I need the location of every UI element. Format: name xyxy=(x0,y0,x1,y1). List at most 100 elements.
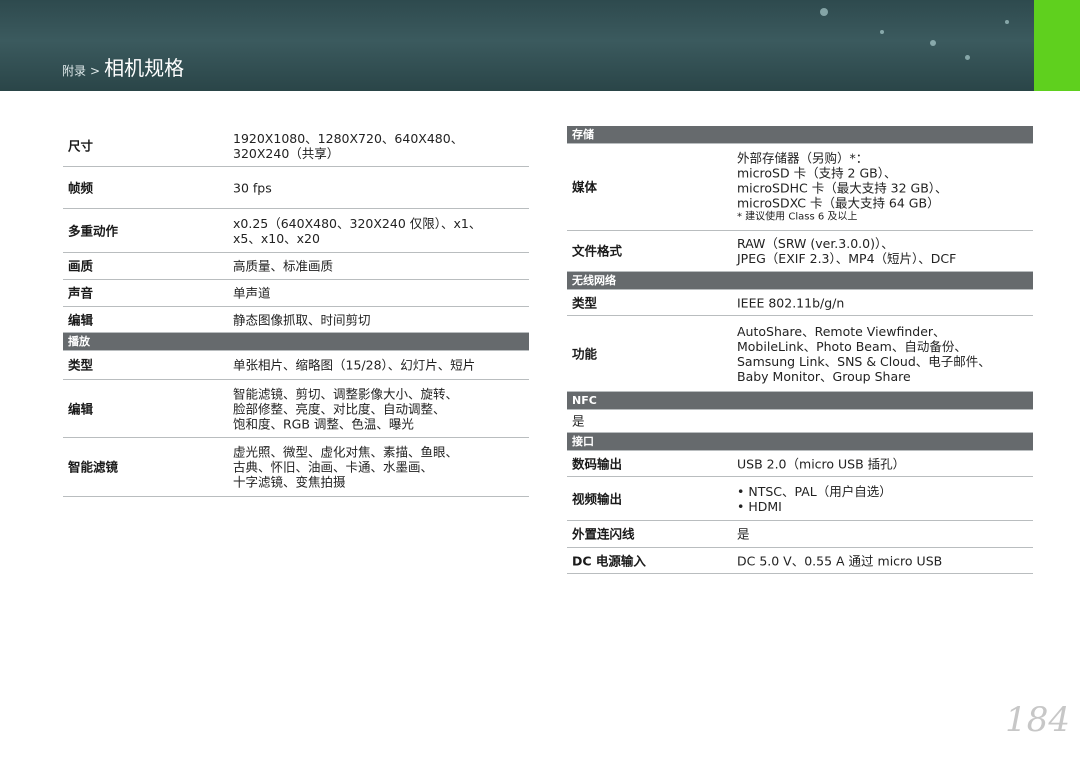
spec-label: 声音 xyxy=(68,285,94,301)
section-header-storage: 存储 xyxy=(567,126,1033,144)
spec-value: USB 2.0（micro USB 插孔） xyxy=(737,456,905,471)
spec-value-line: 是 xyxy=(737,526,750,542)
spec-label: 画质 xyxy=(68,258,94,274)
spec-label: 智能滤镜 xyxy=(68,459,119,475)
footnote: * 建议使用 Class 6 及以上 xyxy=(737,211,858,223)
spec-row-digital-output: 数码输出 USB 2.0（micro USB 插孔） xyxy=(567,451,1033,477)
section-header-interface: 接口 xyxy=(567,433,1033,451)
section-header-nfc: NFC xyxy=(567,392,1033,410)
spec-value: 单张相片、缩略图（15/28）、幻灯片、短片 xyxy=(233,358,475,373)
header-banner: 附录 > 相机规格 xyxy=(0,0,1080,91)
spec-label: 功能 xyxy=(572,346,598,361)
spec-value: 1920X1080、1280X720、640X480、 320X240（共享） xyxy=(233,131,463,161)
breadcrumb: 附录 > 相机规格 xyxy=(62,52,184,81)
section-header-wireless: 无线网络 xyxy=(567,272,1033,290)
spec-value-line: 是 xyxy=(572,413,585,429)
spec-value-line: 虚光照、微型、虚化对焦、素描、鱼眼、 xyxy=(233,444,459,460)
spec-row-video-output: 视频输出 NTSC、PAL（用户自选） HDMI xyxy=(567,477,1033,521)
spec-row-sound: 声音 单声道 xyxy=(63,280,529,307)
spec-value-line: 320X240（共享） xyxy=(233,146,340,161)
spec-row-smart-filter: 智能滤镜 虚光照、微型、虚化对焦、素描、鱼眼、 古典、怀旧、油画、卡通、水墨画、… xyxy=(63,438,529,497)
spec-label: 尺寸 xyxy=(68,138,94,154)
spec-row-playback-edit: 编辑 智能滤镜、剪切、调整影像大小、旋转、 脸部修整、亮度、对比度、自动调整、 … xyxy=(63,380,529,438)
spec-value: 静态图像抓取、时间剪切 xyxy=(233,312,371,327)
spec-value-line: 单声道 xyxy=(233,285,271,301)
spec-value-line: 智能滤镜、剪切、调整影像大小、旋转、 xyxy=(233,386,459,401)
spec-value-line: 饱和度、RGB 调整、色温、曝光 xyxy=(233,416,414,431)
light-speck xyxy=(930,40,936,46)
spec-value: IEEE 802.11b/g/n xyxy=(737,295,844,310)
chapter-tab[interactable] xyxy=(1034,0,1080,91)
right-spec-table: 存储 媒体 外部存储器（另购）*： microSD 卡（支持 2 GB）、 mi… xyxy=(567,126,1033,574)
spec-value: 智能滤镜、剪切、调整影像大小、旋转、 脸部修整、亮度、对比度、自动调整、 饱和度… xyxy=(233,386,458,431)
light-speck xyxy=(880,30,884,34)
spec-row-media: 媒体 外部存储器（另购）*： microSD 卡（支持 2 GB）、 micro… xyxy=(567,144,1033,231)
spec-label: 数码输出 xyxy=(572,456,623,471)
spec-value-line: DC 5.0 V、0.55 A 通过 micro USB xyxy=(737,553,943,568)
spec-row-nfc: 是 xyxy=(567,410,1033,433)
page-number: 184 xyxy=(1005,700,1070,740)
spec-row-dc-input: DC 电源输入 DC 5.0 V、0.55 A 通过 micro USB xyxy=(567,548,1033,574)
spec-row-framerate: 帧频 30 fps xyxy=(63,167,529,209)
spec-value-line: 十字滤镜、变焦拍摄 xyxy=(233,474,346,490)
left-spec-table: 尺寸 1920X1080、1280X720、640X480、 320X240（共… xyxy=(63,126,529,497)
spec-value-line: AutoShare、Remote Viewfinder、 xyxy=(737,323,946,339)
bullet-item: HDMI xyxy=(737,499,892,514)
spec-row-file-format: 文件格式 RAW（SRW (ver.3.0.0)）、 JPEG（EXIF 2.3… xyxy=(567,231,1033,272)
spec-value: DC 5.0 V、0.55 A 通过 micro USB xyxy=(737,553,942,568)
spec-row-edit: 编辑 静态图像抓取、时间剪切 xyxy=(63,307,529,333)
spec-row-multi-motion: 多重动作 x0.25（640X480、320X240 仅限）、x1、 x5、x1… xyxy=(63,209,529,253)
spec-value: 是 xyxy=(572,414,585,429)
spec-value-line: IEEE 802.11b/g/n xyxy=(737,295,845,310)
spec-value-line: 脸部修整、亮度、对比度、自动调整、 xyxy=(233,401,446,416)
spec-value-line: Baby Monitor、Group Share xyxy=(737,368,911,384)
spec-label: 视频输出 xyxy=(572,491,623,506)
light-speck xyxy=(965,55,970,60)
spec-value-line: 外部存储器（另购）*： xyxy=(737,150,869,166)
spec-value: x0.25（640X480、320X240 仅限）、x1、 x5、x10、x20 xyxy=(233,216,481,246)
spec-value-line: 30 fps xyxy=(233,180,272,195)
spec-row-quality: 画质 高质量、标准画质 xyxy=(63,253,529,280)
light-speck xyxy=(1005,20,1009,24)
spec-value: 是 xyxy=(737,527,750,542)
spec-row-wireless-type: 类型 IEEE 802.11b/g/n xyxy=(567,290,1033,316)
spec-value-line: 单张相片、缩略图（15/28）、幻灯片、短片 xyxy=(233,357,476,373)
spec-label: 外置连闪线 xyxy=(572,526,635,542)
spec-label: 多重动作 xyxy=(68,223,119,238)
spec-value-line: JPEG（EXIF 2.3）、MP4（短片）、DCF xyxy=(737,251,957,266)
spec-value-line: 高质量、标准画质 xyxy=(233,258,334,274)
spec-value-line: 古典、怀旧、油画、卡通、水墨画、 xyxy=(233,459,434,475)
spec-label: 媒体 xyxy=(572,179,598,195)
spec-value-line: 静态图像抓取、时间剪切 xyxy=(233,312,371,327)
spec-value: 单声道 xyxy=(233,286,271,301)
spec-row-playback-type: 类型 单张相片、缩略图（15/28）、幻灯片、短片 xyxy=(63,351,529,380)
spec-label: 文件格式 xyxy=(572,243,623,259)
bullet-item: NTSC、PAL（用户自选） xyxy=(737,484,891,499)
spec-label: 类型 xyxy=(572,295,598,310)
spec-row-wireless-function: 功能 AutoShare、Remote Viewfinder、 MobileLi… xyxy=(567,316,1033,392)
spec-value: RAW（SRW (ver.3.0.0)）、 JPEG（EXIF 2.3）、MP4… xyxy=(737,236,956,266)
spec-value: 外部存储器（另购）*： microSD 卡（支持 2 GB）、 microSDH… xyxy=(737,151,948,224)
breadcrumb-separator: > xyxy=(90,64,101,78)
spec-value: 虚光照、微型、虚化对焦、素描、鱼眼、 古典、怀旧、油画、卡通、水墨画、 十字滤镜… xyxy=(233,445,458,490)
spec-value-line: MobileLink、Photo Beam、自动备份、 xyxy=(737,338,967,354)
spec-value-line: microSD 卡（支持 2 GB）、 xyxy=(737,165,897,181)
spec-label: DC 电源输入 xyxy=(572,553,646,568)
spec-value-line: RAW（SRW (ver.3.0.0)）、 xyxy=(737,236,894,251)
spec-row-flash-sync: 外置连闪线 是 xyxy=(567,521,1033,548)
page-title: 相机规格 xyxy=(104,56,185,80)
section-header-playback: 播放 xyxy=(63,333,529,351)
spec-value-line: 1920X1080、1280X720、640X480、 xyxy=(233,131,464,146)
spec-value: 30 fps xyxy=(233,180,272,195)
spec-label: 编辑 xyxy=(68,401,94,416)
light-speck xyxy=(820,8,828,16)
breadcrumb-parent[interactable]: 附录 xyxy=(62,62,86,79)
spec-value: AutoShare、Remote Viewfinder、 MobileLink、… xyxy=(737,324,991,384)
spec-value-line: microSDHC 卡（最大支持 32 GB）、 xyxy=(737,180,948,196)
spec-value-line: x5、x10、x20 xyxy=(233,230,320,246)
spec-value: NTSC、PAL（用户自选） HDMI xyxy=(737,484,892,514)
spec-value: 高质量、标准画质 xyxy=(233,259,333,274)
spec-row-size: 尺寸 1920X1080、1280X720、640X480、 320X240（共… xyxy=(63,126,529,167)
spec-label: 类型 xyxy=(68,357,94,373)
spec-value-line: USB 2.0（micro USB 插孔） xyxy=(737,456,906,471)
